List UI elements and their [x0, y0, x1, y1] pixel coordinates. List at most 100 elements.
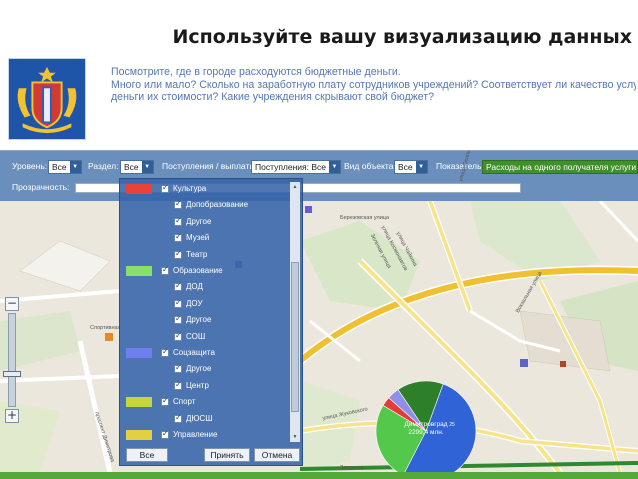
level-select[interactable]: Все ▼	[48, 160, 82, 174]
legend-item-label: ДЮСШ	[186, 413, 213, 423]
legend-item-label: Допобразование	[186, 200, 249, 210]
legend-checkbox[interactable]	[174, 413, 182, 423]
legend-subcategory[interactable]: Другое	[120, 215, 290, 229]
chevron-down-icon: ▼	[141, 161, 153, 173]
color-swatch	[126, 348, 152, 358]
legend-checkbox[interactable]	[174, 331, 182, 341]
object-select[interactable]: Все ▼	[394, 160, 428, 174]
legend-checkbox[interactable]	[174, 363, 182, 374]
legend-item-label: Другое	[186, 216, 212, 226]
indicator-select[interactable]: Расходы на одного получателя услуги, ты	[482, 160, 638, 174]
legend-subcategory[interactable]: Другое	[120, 362, 290, 376]
legend-item-label: Спорт	[173, 397, 196, 407]
legend-subcategory[interactable]: ДОД	[120, 280, 290, 294]
legend-category[interactable]: Спорт	[120, 395, 290, 409]
city-map[interactable]: Березовская улица улица Чайкина улица Ко…	[0, 151, 638, 472]
legend-checkbox[interactable]	[174, 249, 182, 259]
legend-checkbox[interactable]	[161, 429, 169, 439]
legend-checkbox[interactable]	[174, 199, 182, 210]
section-label: Раздел:	[88, 161, 119, 171]
scroll-thumb[interactable]	[291, 262, 299, 412]
section-select-value: Все	[124, 162, 139, 172]
color-swatch	[126, 184, 152, 194]
legend-category[interactable]: Образование	[120, 264, 290, 278]
legend-subcategory[interactable]: Допобразование	[120, 198, 290, 212]
legend-checkbox[interactable]	[161, 265, 169, 275]
object-select-value: Все	[398, 162, 413, 172]
legend-item-label: Управление	[173, 430, 218, 439]
legend-subcategory[interactable]: Музей	[120, 231, 290, 245]
zoom-out-button[interactable]: −	[5, 297, 19, 311]
legend-checkbox[interactable]	[161, 183, 169, 193]
flow-label: Поступления / выплаты:	[162, 161, 258, 171]
pie-city-label: Димитровград	[404, 421, 447, 428]
opacity-label: Прозрачность:	[12, 182, 70, 192]
legend-checkbox[interactable]	[174, 314, 182, 325]
legend-subcategory[interactable]: СОШ	[120, 330, 290, 344]
object-label: Вид объекта:	[344, 161, 396, 171]
intro-text: Посмотрите, где в городе расходуются бюд…	[111, 66, 636, 104]
cancel-button[interactable]: Отмена	[254, 448, 300, 462]
chevron-down-icon: ▼	[69, 161, 81, 173]
legend-item-label: ДОУ	[186, 298, 203, 308]
indicator-select-value: Расходы на одного получателя услуги, ты	[486, 162, 638, 172]
select-all-button[interactable]: Все	[126, 448, 168, 462]
legend-category[interactable]: Соцзащита	[120, 346, 290, 360]
budget-pie-chart[interactable]: Димитровград 2299,4 млн. 25	[374, 379, 478, 472]
color-swatch	[126, 266, 152, 276]
apply-button[interactable]: Принять	[204, 448, 250, 462]
color-swatch	[126, 430, 152, 440]
legend-checkbox[interactable]	[174, 298, 182, 308]
street-label-sportivnaya: Спортивная	[90, 325, 121, 331]
legend-subcategory[interactable]: Другое	[120, 313, 290, 327]
legend-filter-panel: Культура Допобразование Другое Музей Театр Об…	[119, 178, 303, 466]
color-swatch	[126, 397, 152, 408]
legend-item-label: ДОД	[186, 282, 203, 292]
legend-subcategory[interactable]: Центр	[120, 379, 290, 393]
legend-checkbox[interactable]	[174, 216, 182, 226]
level-select-value: Все	[52, 162, 67, 172]
budget-map-app: Уровень: Все ▼ Раздел: Все ▼ Поступления…	[0, 150, 638, 472]
scroll-up-icon[interactable]: ▲	[290, 182, 300, 192]
legend-item-label: Образование	[173, 266, 223, 275]
flow-select[interactable]: Поступления: Все ▼	[251, 160, 342, 174]
zoom-in-button[interactable]: +	[5, 409, 19, 423]
legend-subcategory[interactable]: Театр	[120, 248, 290, 262]
pie-value-label: 2299,4 млн.	[408, 429, 444, 436]
coat-of-arms-logo	[8, 58, 86, 140]
legend-subcategory[interactable]: ДОУ	[120, 297, 290, 311]
pie-badge: 25	[449, 422, 455, 428]
filter-toolbar: Уровень: Все ▼ Раздел: Все ▼ Поступления…	[0, 151, 638, 201]
legend-checkbox[interactable]	[174, 380, 182, 390]
legend-checkbox[interactable]	[161, 396, 169, 407]
legend-checkbox[interactable]	[174, 232, 182, 243]
level-label: Уровень:	[12, 161, 48, 171]
legend-item-label: Центр	[186, 380, 209, 390]
legend-item-label: Другое	[186, 364, 212, 374]
legend-scrollbar[interactable]: ▲ ▼	[290, 182, 300, 442]
legend-category[interactable]: Культура	[120, 182, 290, 196]
chevron-down-icon: ▼	[415, 161, 427, 173]
legend-item-label: Театр	[186, 249, 208, 259]
legend-category[interactable]: Управление	[120, 428, 290, 442]
legend-item-label: Другое	[186, 315, 212, 325]
street-label-zapretka: Запретка	[340, 465, 364, 471]
intro-line-1: Посмотрите, где в городе расходуются бюд…	[111, 66, 401, 78]
street-label-berezovskaya: Березовская улица	[340, 215, 390, 221]
zoom-slider-track[interactable]	[8, 313, 16, 407]
slide-title: Используйте вашу визуализацию данных	[172, 26, 632, 48]
legend-item-label: Музей	[186, 233, 210, 243]
section-select[interactable]: Все ▼	[120, 160, 154, 174]
zoom-slider-thumb[interactable]	[3, 371, 21, 377]
legend-checkbox[interactable]	[174, 281, 182, 292]
zoom-control: − +	[3, 297, 21, 425]
legend-subcategory[interactable]: ДЮСШ	[120, 412, 290, 426]
legend-checkbox[interactable]	[161, 347, 169, 357]
legend-item-label: Культура	[173, 184, 207, 193]
chevron-down-icon: ▼	[329, 161, 341, 173]
intro-line-3: деньги их стоимости? Какие учреждения ск…	[111, 91, 435, 103]
legend-item-label: СОШ	[186, 331, 206, 341]
flow-select-value: Поступления: Все	[255, 162, 327, 172]
bottom-accent-strip	[0, 472, 638, 479]
scroll-down-icon[interactable]: ▼	[290, 432, 300, 442]
